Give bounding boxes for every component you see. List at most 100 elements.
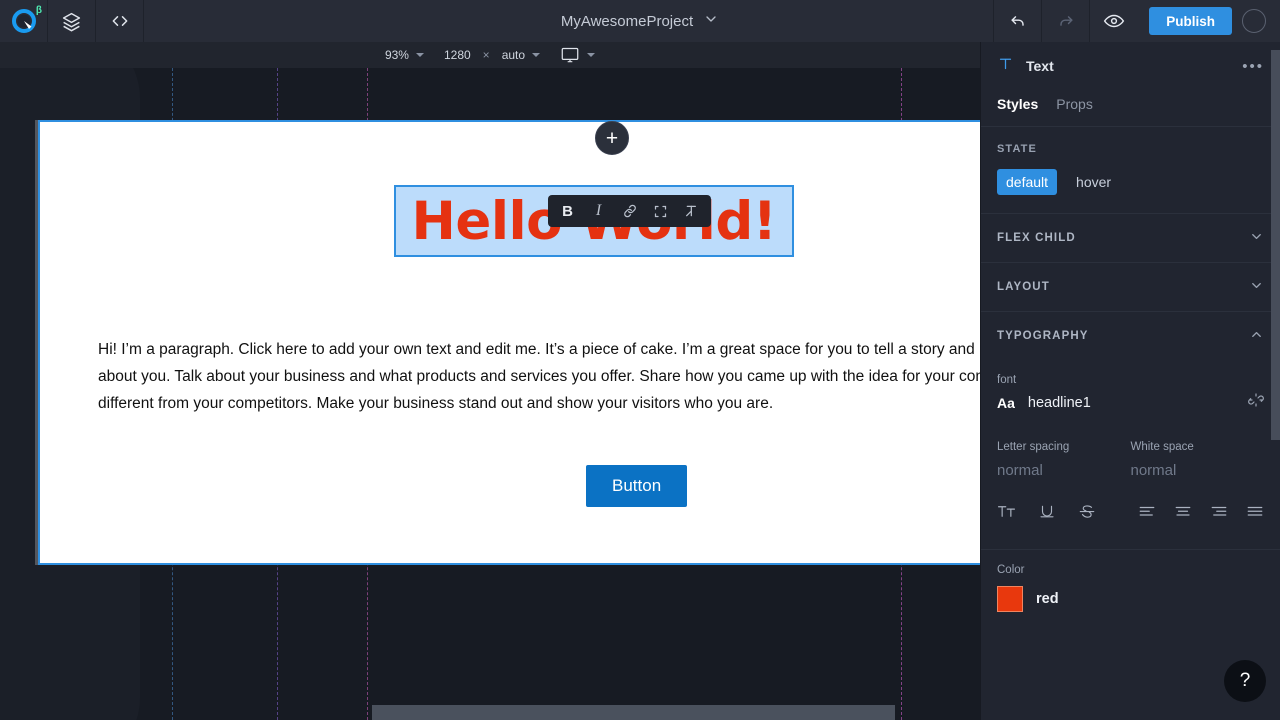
inspector-tabs: Styles Props [981, 90, 1280, 127]
font-selector[interactable]: Aa headline1 [997, 392, 1264, 413]
zoom-value: 93% [384, 48, 409, 62]
align-left-icon [1139, 506, 1155, 516]
tab-props[interactable]: Props [1056, 96, 1093, 112]
section-typography-label: TYPOGRAPHY [997, 330, 1089, 342]
strikethrough-icon [1079, 505, 1095, 518]
layers-button[interactable] [48, 0, 96, 42]
section-layout[interactable]: LAYOUT [981, 262, 1280, 311]
align-right-icon [1211, 506, 1227, 516]
help-button[interactable]: ? [1224, 660, 1266, 702]
white-space-value: normal [1130, 462, 1177, 479]
editor-app: β Publish MyAwesomeProject 93% 1280 × au… [0, 0, 1280, 720]
canvas-viewport[interactable]: Hi! I’m a paragraph. Click here to add y… [0, 68, 980, 720]
underline-button[interactable] [1038, 503, 1056, 525]
logo-circle-icon [11, 9, 36, 33]
chevron-down-icon [532, 53, 541, 57]
inspector-title: Text [1026, 58, 1054, 74]
canvas-height-field[interactable]: auto [492, 48, 550, 62]
desktop-monitor-icon [561, 47, 579, 62]
paragraph-text[interactable]: Hi! I’m a paragraph. Click here to add y… [98, 336, 980, 417]
state-option-default[interactable]: default [997, 169, 1058, 195]
font-sample-icon: Aa [997, 394, 1015, 411]
chevron-up-icon [1249, 327, 1264, 345]
section-typography[interactable]: TYPOGRAPHY [981, 311, 1280, 360]
undo-arrow-icon [1011, 16, 1024, 26]
underline-icon [1040, 505, 1054, 518]
redo-arrow-icon [1060, 16, 1073, 26]
align-left-button[interactable] [1138, 505, 1156, 524]
typography-body: font Aa headline1 Letter spacing normal … [981, 374, 1280, 525]
section-flex-child[interactable]: FLEX CHILD [981, 213, 1280, 262]
canvas-width-field[interactable]: 1280 [434, 48, 481, 62]
letter-spacing-value: normal [997, 462, 1043, 479]
letter-spacing-label: Letter spacing [997, 441, 1070, 453]
page-footer-strip [372, 705, 895, 720]
sidebar-scrollbar[interactable] [1271, 50, 1280, 440]
color-swatch[interactable] [997, 586, 1023, 612]
align-justify-icon [1247, 506, 1263, 516]
broken-link-icon [1248, 393, 1264, 407]
state-section-label: STATE [997, 143, 1037, 155]
section-layout-label: LAYOUT [997, 281, 1050, 293]
chevron-down-icon [1249, 278, 1264, 296]
app-logo-button[interactable]: β [0, 0, 48, 42]
align-center-button[interactable] [1174, 505, 1192, 524]
chevron-down-icon [415, 53, 424, 57]
more-options-button[interactable]: ••• [1242, 58, 1264, 75]
preview-button[interactable] [1089, 0, 1137, 42]
tab-styles[interactable]: Styles [997, 96, 1038, 112]
color-field: Color red [981, 549, 1280, 612]
strikethrough-button[interactable] [1078, 503, 1096, 525]
chevron-down-icon [587, 53, 596, 57]
device-selector[interactable] [550, 47, 605, 64]
align-center-icon [1175, 506, 1191, 516]
code-view-button[interactable] [96, 0, 144, 42]
font-field-label: font [997, 374, 1017, 386]
redo-button[interactable] [1041, 0, 1089, 42]
avatar[interactable] [1242, 9, 1266, 33]
text-align-group [1138, 505, 1264, 524]
canvas-height-value: auto [501, 48, 526, 62]
align-right-button[interactable] [1210, 505, 1228, 524]
code-brackets-icon [112, 16, 127, 26]
cta-button[interactable]: Button [586, 465, 688, 507]
project-name: MyAwesomeProject [560, 12, 694, 30]
dimension-separator: × [482, 48, 490, 62]
zoom-control[interactable]: 93% [375, 48, 434, 62]
inspector-header: Text ••• [981, 42, 1280, 90]
beta-badge: β [35, 5, 42, 16]
uppercase-TT-icon [997, 506, 1016, 517]
inspector-sidebar: Text ••• Styles Props STATE default hove… [980, 42, 1280, 720]
chevron-down-icon [1249, 229, 1264, 247]
unlink-button[interactable] [1248, 392, 1264, 413]
clear-formatting-icon [685, 205, 696, 217]
section-flex-child-label: FLEX CHILD [997, 232, 1076, 244]
text-T-icon [997, 55, 1014, 77]
bold-button[interactable]: B [552, 195, 583, 227]
add-section-button[interactable]: + [595, 121, 629, 155]
clear-format-button[interactable] [676, 195, 707, 227]
font-value: headline1 [1027, 394, 1091, 411]
text-decoration-group [997, 503, 1096, 525]
state-option-hover[interactable]: hover [1067, 169, 1120, 195]
publish-button[interactable]: Publish [1149, 7, 1232, 35]
expand-button[interactable] [645, 195, 676, 227]
canvas-options-bar: 93% 1280 × auto [0, 42, 980, 68]
uppercase-button[interactable] [997, 503, 1016, 525]
italic-button[interactable]: I [583, 195, 614, 227]
link-button[interactable] [614, 195, 645, 227]
white-space-field[interactable]: White space normal [1131, 427, 1265, 479]
color-name: red [1036, 591, 1059, 607]
undo-button[interactable] [993, 0, 1041, 42]
spacing-fields: Letter spacing normal White space normal [997, 427, 1264, 479]
chevron-down-icon [706, 15, 716, 22]
project-dropdown-button[interactable] [703, 11, 719, 32]
expand-frame-icon [654, 205, 667, 217]
topbar-actions: Publish [993, 0, 1280, 42]
white-space-label: White space [1130, 441, 1194, 453]
top-toolbar: β Publish MyAwesomeProject [0, 0, 1280, 42]
inline-text-toolbar: B I [548, 195, 711, 227]
align-justify-button[interactable] [1246, 505, 1264, 524]
color-value-row[interactable]: red [997, 586, 1264, 612]
letter-spacing-field[interactable]: Letter spacing normal [997, 427, 1131, 479]
